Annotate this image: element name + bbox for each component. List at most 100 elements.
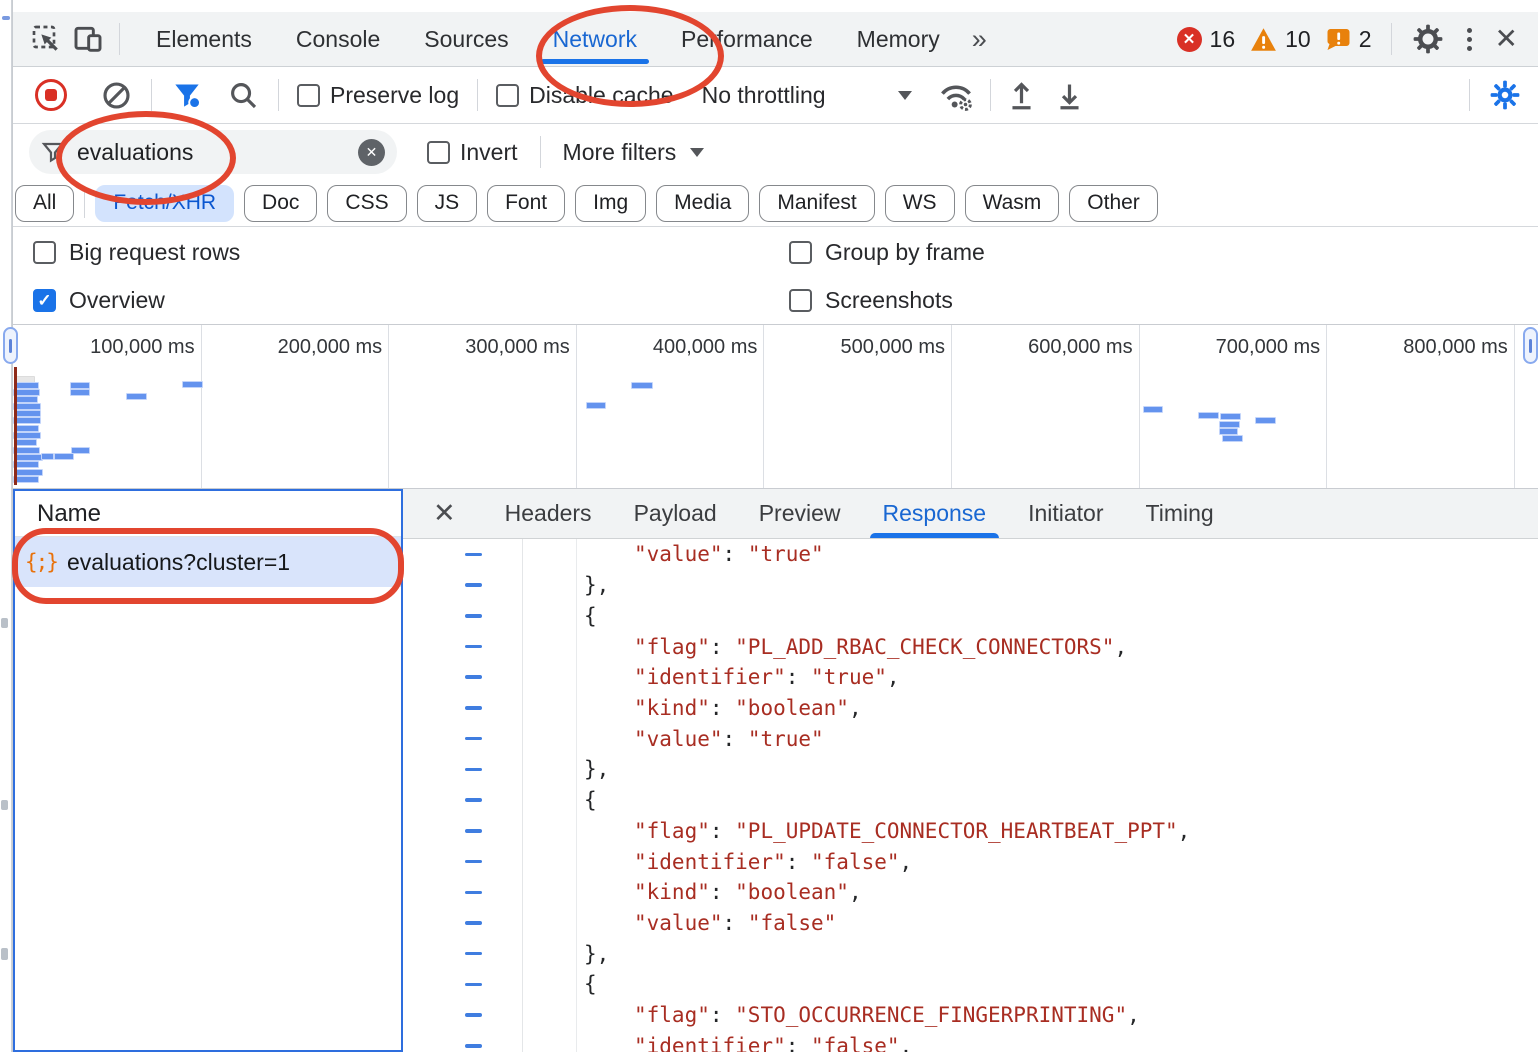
response-code-line: "kind": "boolean", — [403, 693, 1538, 724]
error-icon: ✕ — [1177, 27, 1202, 52]
code-fold-marker-icon[interactable] — [465, 952, 482, 956]
console-errors-badge[interactable]: ✕ 16 — [1177, 26, 1236, 53]
kebab-menu-icon[interactable] — [1460, 28, 1480, 51]
export-har-icon[interactable] — [1053, 78, 1087, 112]
detail-tab-preview[interactable]: Preview — [738, 489, 862, 538]
type-chip-doc[interactable]: Doc — [244, 185, 317, 222]
screenshots-option[interactable]: Screenshots — [789, 287, 953, 314]
tab-performance[interactable]: Performance — [659, 12, 835, 66]
json-punctuation-token: }, — [584, 942, 609, 966]
response-body-viewer[interactable]: "value": "true"},{"flag": "PL_ADD_RBAC_C… — [403, 539, 1538, 1052]
timeline-request-bar — [70, 382, 90, 389]
import-har-icon[interactable] — [1005, 78, 1039, 112]
overview-checkbox[interactable]: ✓ — [33, 289, 56, 312]
group-by-frame-checkbox[interactable] — [789, 241, 812, 264]
detail-tab-headers[interactable]: Headers — [484, 489, 613, 538]
code-fold-marker-icon[interactable] — [465, 675, 482, 679]
json-punctuation-token: : — [710, 696, 735, 720]
warning-count: 10 — [1285, 26, 1311, 53]
detail-tab-initiator[interactable]: Initiator — [1007, 489, 1124, 538]
big-request-rows-checkbox[interactable] — [33, 241, 56, 264]
detail-tab-payload[interactable]: Payload — [613, 489, 738, 538]
settings-gear-icon[interactable] — [1411, 22, 1445, 56]
throttling-select[interactable]: No throttling — [702, 82, 826, 109]
filter-icon[interactable] — [170, 78, 204, 112]
type-chip-manifest[interactable]: Manifest — [759, 185, 874, 222]
issues-badge[interactable]: 2 — [1326, 26, 1372, 53]
group-by-frame-option[interactable]: Group by frame — [789, 239, 985, 266]
code-fold-marker-icon[interactable] — [465, 706, 482, 710]
clear-network-log-icon[interactable] — [99, 78, 133, 112]
code-fold-marker-icon[interactable] — [465, 921, 482, 925]
device-toolbar-icon[interactable] — [71, 22, 105, 56]
overview-right-drag-handle[interactable] — [1523, 327, 1538, 364]
code-fold-marker-icon[interactable] — [465, 860, 482, 864]
tab-memory[interactable]: Memory — [835, 12, 962, 66]
code-fold-marker-icon[interactable] — [465, 983, 482, 987]
network-conditions-icon[interactable] — [936, 78, 976, 112]
timeline-request-bar — [1255, 417, 1276, 424]
type-chip-font[interactable]: Font — [487, 185, 565, 222]
type-chip-other[interactable]: Other — [1069, 185, 1158, 222]
type-chip-css[interactable]: CSS — [327, 185, 406, 222]
detail-tab-timing[interactable]: Timing — [1125, 489, 1235, 538]
tab-sources[interactable]: Sources — [402, 12, 530, 66]
console-warnings-badge[interactable]: 10 — [1250, 26, 1311, 53]
code-fold-marker-icon[interactable] — [465, 891, 482, 895]
code-fold-marker-icon[interactable] — [465, 553, 482, 557]
close-devtools-icon[interactable]: ✕ — [1495, 25, 1518, 53]
type-chip-fetch-xhr[interactable]: Fetch/XHR — [95, 185, 234, 222]
big-request-rows-option[interactable]: Big request rows — [33, 239, 240, 266]
type-chip-all[interactable]: All — [15, 185, 74, 222]
code-fold-marker-icon[interactable] — [465, 645, 482, 649]
type-chip-ws[interactable]: WS — [885, 185, 955, 222]
code-fold-marker-icon[interactable] — [465, 583, 482, 587]
clear-filter-icon[interactable]: ✕ — [358, 139, 385, 166]
load-event-marker-line — [14, 367, 17, 485]
inspect-element-icon[interactable] — [29, 22, 63, 56]
request-list-name-column-header[interactable]: Name — [15, 491, 401, 537]
tab-elements[interactable]: Elements — [134, 12, 274, 66]
filter-input[interactable]: evaluations ✕ — [29, 130, 397, 174]
code-fold-marker-icon[interactable] — [465, 798, 482, 802]
network-overview-timeline[interactable]: 100,000 ms200,000 ms300,000 ms400,000 ms… — [13, 325, 1538, 489]
network-settings-gear-icon[interactable] — [1488, 78, 1522, 112]
tab-network[interactable]: Network — [531, 12, 659, 66]
close-detail-icon[interactable]: ✕ — [433, 500, 456, 527]
type-chip-media[interactable]: Media — [656, 185, 749, 222]
tab-console[interactable]: Console — [274, 12, 402, 66]
type-chip-img[interactable]: Img — [575, 185, 646, 222]
response-code-text: "identifier": "false", — [634, 1034, 912, 1052]
screenshots-checkbox[interactable] — [789, 289, 812, 312]
overview-left-drag-handle[interactable] — [3, 327, 18, 364]
more-tabs-icon[interactable]: » — [972, 24, 987, 55]
main-tabbar: ElementsConsoleSourcesNetworkPerformance… — [13, 12, 1538, 67]
disable-cache-checkbox[interactable] — [496, 84, 519, 107]
response-code-line: }, — [403, 570, 1538, 601]
more-filters-dropdown-arrow-icon[interactable] — [690, 148, 704, 157]
code-fold-marker-icon[interactable] — [465, 1013, 482, 1017]
json-string-token: "value" — [634, 542, 723, 566]
invert-checkbox[interactable] — [427, 141, 450, 164]
code-fold-marker-icon[interactable] — [465, 1044, 482, 1048]
json-string-token: "flag" — [634, 1003, 710, 1027]
preserve-log-checkbox[interactable] — [297, 84, 320, 107]
search-icon[interactable] — [226, 78, 260, 112]
throttling-dropdown-arrow-icon[interactable] — [898, 91, 912, 100]
code-fold-marker-icon[interactable] — [465, 737, 482, 741]
type-chip-wasm[interactable]: Wasm — [965, 185, 1060, 222]
detail-tab-response[interactable]: Response — [862, 489, 1008, 538]
overview-option[interactable]: ✓ Overview — [33, 287, 165, 314]
more-filters-button[interactable]: More filters — [563, 139, 677, 166]
json-punctuation-token: : — [786, 850, 811, 874]
timeline-request-bar — [1219, 421, 1240, 428]
record-network-log-icon[interactable] — [35, 79, 67, 111]
network-bottom-split: Name {;} evaluations?cluster=1 ✕ Headers… — [13, 489, 1538, 1052]
type-chip-js[interactable]: JS — [417, 185, 478, 222]
code-fold-marker-icon[interactable] — [465, 614, 482, 618]
request-row-selected[interactable]: {;} evaluations?cluster=1 — [15, 537, 401, 587]
code-fold-marker-icon[interactable] — [465, 768, 482, 772]
code-fold-marker-icon[interactable] — [465, 829, 482, 833]
response-code-line: { — [403, 969, 1538, 1000]
response-code-text: }, — [584, 757, 609, 781]
